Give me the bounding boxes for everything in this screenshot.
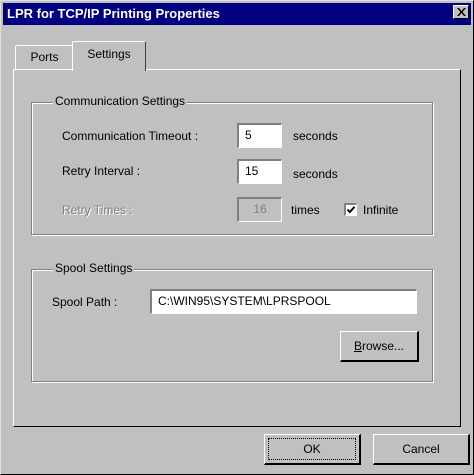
ok-button-label: OK bbox=[303, 442, 321, 456]
title-bar[interactable]: LPR for TCP/IP Printing Properties bbox=[3, 3, 471, 25]
settings-panel bbox=[13, 69, 461, 427]
spool-settings-title: Spool Settings bbox=[53, 261, 135, 275]
communication-settings-title: Communication Settings bbox=[53, 94, 188, 108]
tab-settings-label: Settings bbox=[87, 47, 131, 61]
cancel-button[interactable]: Cancel bbox=[373, 434, 470, 465]
window-title: LPR for TCP/IP Printing Properties bbox=[7, 6, 220, 21]
tab-ports[interactable]: Ports bbox=[15, 45, 74, 69]
ok-button[interactable]: OK bbox=[264, 434, 361, 465]
tab-settings[interactable]: Settings bbox=[72, 41, 146, 71]
tab-ports-label: Ports bbox=[30, 50, 59, 64]
close-button[interactable] bbox=[453, 5, 469, 19]
close-icon bbox=[457, 8, 466, 16]
cancel-button-label: Cancel bbox=[402, 442, 440, 456]
properties-dialog: LPR for TCP/IP Printing Properties Ports… bbox=[0, 0, 474, 475]
